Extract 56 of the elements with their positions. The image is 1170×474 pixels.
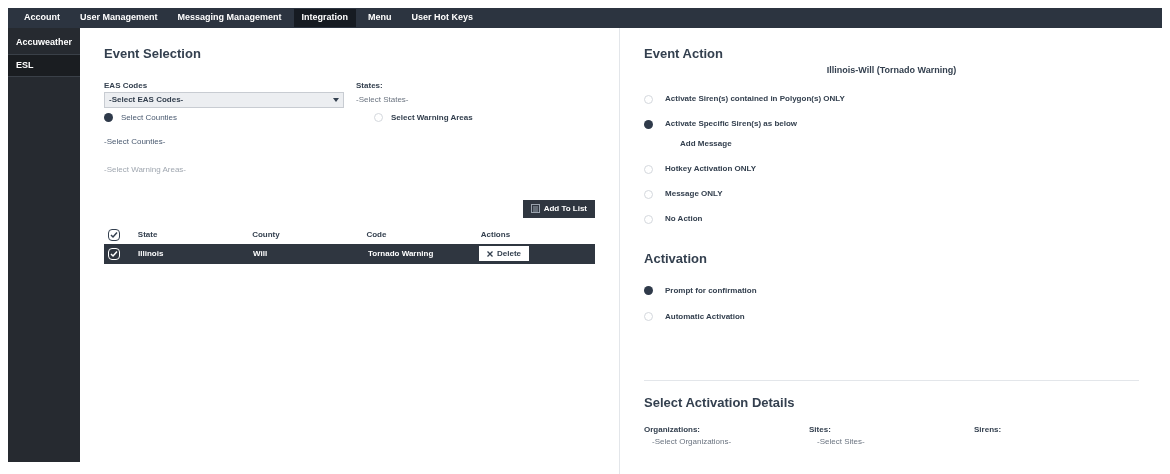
section-title: Select Activation Details	[644, 393, 796, 412]
nav-tab[interactable]: Menu	[360, 9, 400, 27]
column-header: County	[251, 228, 281, 241]
nav-tab[interactable]: Messaging Management	[169, 9, 290, 27]
radio-button[interactable]	[644, 286, 654, 295]
radio-button[interactable]	[644, 214, 654, 224]
nav-tab[interactable]: User Hot Keys	[403, 9, 482, 27]
table-cell-text: Illinois	[137, 247, 165, 260]
states-select[interactable]: -Select States-	[356, 91, 409, 108]
dropdown-select[interactable]: -Select Sites-	[809, 436, 975, 448]
counties-select[interactable]: -Select Counties-	[104, 135, 596, 148]
nav-tab[interactable]: Integration	[293, 9, 357, 27]
radio-label: Hotkey Activation ONLY	[665, 163, 756, 175]
radio-button[interactable]	[644, 312, 654, 321]
table-cell-text: Will	[252, 247, 269, 260]
column-header: State	[136, 228, 159, 241]
column-header: Actions	[479, 228, 512, 241]
radio-label: No Action	[665, 213, 703, 225]
section-title: Event Action	[644, 45, 724, 63]
radio-button[interactable]	[644, 94, 654, 104]
eas-codes-select[interactable]: -Select EAS Codes-	[104, 91, 345, 108]
column-header: Code	[365, 228, 388, 241]
radio-label: Select Counties	[121, 111, 178, 124]
field-label: Sirens:	[974, 424, 1003, 436]
dropdown-select[interactable]: -Select Organizations-	[644, 436, 810, 448]
field-label: Organizations:	[644, 424, 702, 436]
radio-label: Message ONLY	[665, 188, 723, 200]
radio-button[interactable]	[104, 113, 114, 122]
section-title: Activation	[644, 250, 708, 268]
close-icon	[487, 250, 494, 257]
radio-label: Select Warning Areas	[391, 111, 473, 124]
radio-button[interactable]	[374, 113, 384, 122]
radio-button[interactable]	[644, 164, 654, 174]
list-icon	[530, 204, 540, 213]
section-title: Event Selection	[104, 45, 202, 63]
sidebar-item[interactable]: Accuweather	[8, 32, 81, 55]
radio-label: Prompt for confirmation	[665, 284, 757, 297]
radio-label: Activate Siren(s) contained in Polygon(s) ONLY	[665, 93, 845, 105]
radio-label: Automatic Activation	[665, 310, 745, 323]
nav-tab[interactable]: User Management	[72, 9, 166, 27]
caret-icon	[333, 97, 340, 102]
nav-tab[interactable]: Account	[16, 9, 68, 27]
radio-label: Activate Specific Siren(s) as below	[665, 118, 798, 130]
checkbox[interactable]	[108, 228, 121, 241]
field-label: EAS Codes	[104, 79, 149, 92]
field-label: States:	[356, 79, 384, 92]
radio-button[interactable]	[644, 119, 654, 129]
add-message-link[interactable]: Add Message	[644, 138, 1140, 150]
table-row[interactable]: Illinois Will Tornado Warning Delete	[104, 243, 596, 264]
field-label: Sites:	[809, 424, 832, 436]
table-cell-text: Tornado Warning	[367, 247, 435, 260]
event-name: Illinois-Will (Tornado Warning)	[826, 63, 957, 77]
radio-button[interactable]	[644, 189, 654, 199]
add-to-list-button[interactable]: Add To List	[522, 199, 596, 218]
sidebar-item[interactable]: ESL	[8, 54, 81, 77]
delete-button[interactable]: Delete	[479, 246, 530, 261]
